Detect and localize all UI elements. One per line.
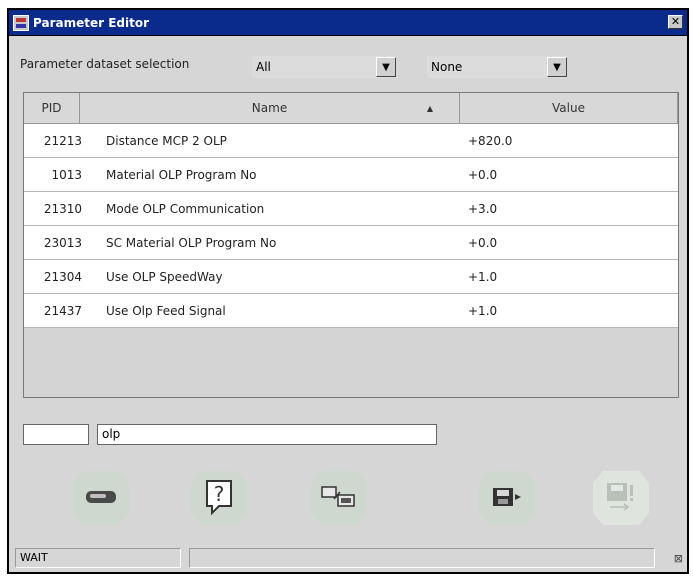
table-row[interactable]: 21304 Use OLP SpeedWay +1.0 bbox=[24, 260, 678, 294]
cell-name: Use OLP SpeedWay bbox=[106, 269, 223, 284]
cell-value: +820.0 bbox=[468, 133, 513, 148]
cell-value: +0.0 bbox=[468, 235, 498, 250]
close-button[interactable]: ✕ bbox=[668, 15, 683, 29]
cell-pid: 21213 bbox=[43, 133, 82, 148]
cell-value: +1.0 bbox=[468, 269, 498, 284]
transfer-button[interactable] bbox=[311, 471, 367, 525]
status-bar: WAIT ⊠ bbox=[9, 544, 687, 572]
cell-name: Distance MCP 2 OLP bbox=[106, 133, 227, 148]
pid-filter-input[interactable] bbox=[23, 424, 89, 445]
save-icon bbox=[490, 485, 524, 512]
title-bar[interactable]: Parameter Editor ✕ bbox=[9, 10, 687, 36]
eraser-icon bbox=[84, 489, 118, 508]
resize-grip-icon[interactable]: ⊠ bbox=[674, 552, 683, 565]
secondary-select[interactable]: None ▼ bbox=[427, 56, 567, 78]
cell-value: +3.0 bbox=[468, 201, 498, 216]
help-glyph: ? bbox=[214, 482, 225, 506]
help-button[interactable]: ? bbox=[191, 471, 247, 525]
table-body: 21213 Distance MCP 2 OLP +820.0 1013 Mat… bbox=[24, 124, 678, 328]
sort-ascending-icon[interactable]: ▲ bbox=[427, 104, 433, 113]
table-row[interactable]: 23013 SC Material OLP Program No +0.0 bbox=[24, 226, 678, 260]
dataset-select[interactable]: All ▼ bbox=[252, 56, 396, 78]
column-header-name[interactable]: Name ▲ bbox=[80, 93, 460, 124]
column-header-name-label: Name bbox=[251, 101, 288, 115]
parameter-table: PID Name ▲ Value 21213 Distance MCP 2 OL… bbox=[23, 92, 679, 398]
table-header: PID Name ▲ Value bbox=[24, 93, 678, 124]
cell-name: SC Material OLP Program No bbox=[106, 235, 277, 250]
search-input[interactable]: olp bbox=[97, 424, 437, 445]
chevron-down-icon[interactable]: ▼ bbox=[376, 57, 396, 77]
table-row[interactable]: 21437 Use Olp Feed Signal +1.0 bbox=[24, 294, 678, 328]
cell-pid: 21437 bbox=[43, 303, 82, 318]
status-text: WAIT bbox=[15, 548, 181, 568]
cell-pid: 21304 bbox=[43, 269, 82, 284]
save-exclusive-button[interactable] bbox=[593, 471, 649, 525]
cell-value: +0.0 bbox=[468, 167, 498, 182]
parameter-editor-window: Parameter Editor ✕ Parameter dataset sel… bbox=[7, 8, 689, 574]
cell-name: Mode OLP Communication bbox=[106, 201, 265, 216]
table-row[interactable]: 21213 Distance MCP 2 OLP +820.0 bbox=[24, 124, 678, 158]
chevron-down-icon[interactable]: ▼ bbox=[547, 57, 567, 77]
app-icon bbox=[13, 14, 29, 31]
secondary-select-value: None bbox=[431, 60, 463, 74]
cell-name: Material OLP Program No bbox=[106, 167, 257, 182]
cell-pid: 23013 bbox=[43, 235, 82, 250]
cell-pid: 21310 bbox=[43, 201, 82, 216]
cell-pid: 1013 bbox=[51, 167, 82, 182]
cell-name: Use Olp Feed Signal bbox=[106, 303, 226, 318]
dataset-selection-label: Parameter dataset selection bbox=[20, 57, 190, 71]
table-row[interactable]: 21310 Mode OLP Communication +3.0 bbox=[24, 192, 678, 226]
help-icon: ? bbox=[203, 478, 235, 519]
save-button[interactable] bbox=[479, 471, 535, 525]
column-header-pid[interactable]: PID bbox=[24, 93, 80, 124]
window-title: Parameter Editor bbox=[33, 15, 149, 30]
transfer-icon bbox=[320, 484, 358, 513]
cell-value: +1.0 bbox=[468, 303, 498, 318]
eraser-button[interactable] bbox=[73, 471, 129, 525]
status-message-area bbox=[189, 548, 655, 568]
save-disabled-icon bbox=[602, 480, 640, 517]
table-row[interactable]: 1013 Material OLP Program No +0.0 bbox=[24, 158, 678, 192]
column-header-value[interactable]: Value bbox=[460, 93, 678, 124]
dataset-select-value: All bbox=[256, 60, 271, 74]
